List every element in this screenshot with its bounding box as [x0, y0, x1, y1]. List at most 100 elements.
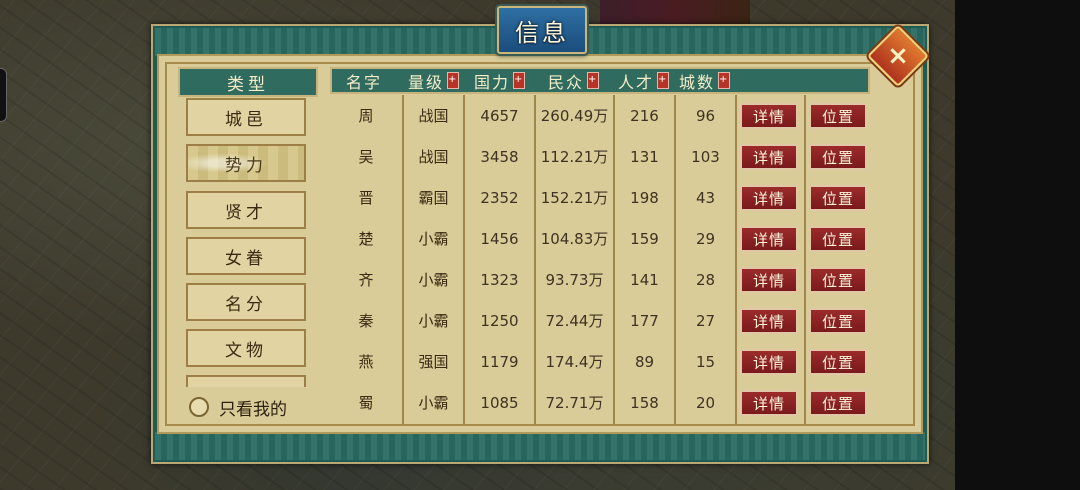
cell-rank: 小霸: [418, 312, 449, 330]
cell-population: 72.44万: [545, 312, 604, 330]
cell-rank: 强国: [418, 353, 449, 371]
sort-rank-icon[interactable]: +: [447, 72, 460, 89]
position-button[interactable]: 位置: [809, 267, 867, 293]
sort-power-icon[interactable]: +: [513, 72, 526, 89]
only-mine-radio[interactable]: [189, 397, 209, 417]
cell-power: 1323: [480, 270, 519, 289]
category-item-women[interactable]: 女眷: [186, 237, 306, 275]
cell-cities: 96: [695, 106, 716, 125]
header-talent[interactable]: 人才 +: [618, 69, 670, 92]
cell-talent: 131: [630, 147, 659, 166]
cell-name: 齐: [358, 271, 374, 289]
header-power[interactable]: 国力 +: [474, 69, 526, 92]
header-cities[interactable]: 城数 +: [679, 69, 731, 92]
only-mine-label: 只看我的: [219, 399, 287, 420]
detail-button[interactable]: 详情: [740, 226, 798, 252]
cell-rank: 小霸: [418, 271, 449, 289]
header-name: 名字: [346, 72, 383, 92]
cell-name: 周: [358, 107, 374, 125]
cell-power: 1085: [480, 393, 519, 412]
category-list[interactable]: 城邑 势力 贤才 女眷 名分 文物: [175, 95, 315, 387]
cell-name: 楚: [358, 230, 374, 248]
faction-table: 周战国 4657 260.49万 216 96 详情 位置吴战国 3458 112.21万 131…: [330, 95, 870, 425]
cell-power: 1456: [480, 229, 519, 248]
detail-button[interactable]: 详情: [740, 349, 798, 375]
cell-talent: 159: [630, 229, 659, 248]
header-rank[interactable]: 量级 +: [408, 69, 460, 92]
detail-button[interactable]: 详情: [740, 185, 798, 211]
position-button[interactable]: 位置: [809, 226, 867, 252]
screen-side-bar: [955, 0, 1080, 490]
cell-power: 2352: [480, 188, 519, 207]
category-item-title[interactable]: 名分: [186, 283, 306, 321]
cell-name: 秦: [358, 312, 374, 330]
position-button[interactable]: 位置: [809, 308, 867, 334]
cell-cities: 15: [695, 352, 716, 371]
cell-population: 72.71万: [545, 394, 604, 412]
cell-rank: 小霸: [418, 230, 449, 248]
cell-name: 蜀: [358, 394, 374, 412]
cell-talent: 89: [634, 352, 655, 371]
cell-population: 174.4万: [545, 353, 604, 371]
cell-cities: 29: [695, 229, 716, 248]
position-button[interactable]: 位置: [809, 103, 867, 129]
cell-cities: 20: [695, 393, 716, 412]
cell-rank: 战国: [418, 148, 449, 166]
screen-edge-handle: [0, 68, 7, 122]
category-item-talent[interactable]: 贤才: [186, 191, 306, 229]
cell-cities: 43: [695, 188, 716, 207]
category-item-city[interactable]: 城邑: [186, 98, 306, 136]
cell-rank: 霸国: [418, 189, 449, 207]
sort-cities-icon[interactable]: +: [718, 72, 731, 89]
category-item-more[interactable]: [186, 375, 306, 387]
cell-population: 112.21万: [540, 148, 609, 166]
close-icon[interactable]: ×: [878, 36, 918, 76]
cell-rank: 小霸: [418, 394, 449, 412]
position-button[interactable]: 位置: [809, 349, 867, 375]
cell-cities: 28: [695, 270, 716, 289]
position-button[interactable]: 位置: [809, 185, 867, 211]
table-row: 齐 小霸 1323 93.73万 141 28 详情 位置: [330, 259, 870, 300]
detail-button[interactable]: 详情: [740, 144, 798, 170]
cell-talent: 198: [630, 188, 659, 207]
table-row: 晋 霸国 2352 152.21万 198 43 详情 位置: [330, 177, 870, 218]
table-header: 名字 量级 + 国力 + 民众 + 人才 + 城数 +: [330, 67, 870, 94]
cell-name: 吴: [358, 148, 374, 166]
sort-population-icon[interactable]: +: [587, 72, 600, 89]
table-row: 燕 强国 1179 174.4万 89 15 详情 位置: [330, 341, 870, 382]
detail-button[interactable]: 详情: [740, 390, 798, 416]
position-button[interactable]: 位置: [809, 144, 867, 170]
cell-population: 104.83万: [540, 230, 609, 248]
cell-name: 晋: [358, 189, 374, 207]
cell-power: 1250: [480, 311, 519, 330]
cell-cities: 103: [691, 147, 720, 166]
table-row: 楚 小霸 1456 104.83万 159 29 详情 位置: [330, 218, 870, 259]
dialog-title: 信息: [497, 6, 587, 54]
cell-power: 1179: [480, 352, 519, 371]
cell-population: 93.73万: [545, 271, 604, 289]
table-row: 秦 小霸 1250 72.44万 177 27 详情 位置: [330, 300, 870, 341]
header-population[interactable]: 民众 +: [548, 69, 600, 92]
dialog-frame-bottom: [155, 432, 925, 460]
detail-button[interactable]: 详情: [740, 308, 798, 334]
cell-power: 3458: [480, 147, 519, 166]
cell-power: 4657: [480, 106, 519, 125]
cell-talent: 158: [630, 393, 659, 412]
table-row: 吴 战国 3458 112.21万 131 103 详情 位置: [330, 136, 870, 177]
category-item-relic[interactable]: 文物: [186, 329, 306, 367]
cell-talent: 141: [630, 270, 659, 289]
cell-talent: 177: [630, 311, 659, 330]
position-button[interactable]: 位置: [809, 390, 867, 416]
category-header: 类型: [178, 67, 318, 97]
cell-rank: 战国: [418, 107, 449, 125]
cell-cities: 27: [695, 311, 716, 330]
detail-button[interactable]: 详情: [740, 267, 798, 293]
cell-talent: 216: [630, 106, 659, 125]
cell-name: 燕: [358, 353, 374, 371]
only-mine-toggle[interactable]: 只看我的: [175, 389, 315, 425]
cell-population: 260.49万: [540, 107, 609, 125]
sort-talent-icon[interactable]: +: [657, 72, 670, 89]
category-item-faction[interactable]: 势力: [186, 144, 306, 182]
table-row: 蜀 小霸 1085 72.71万 158 20 详情 位置: [330, 382, 870, 423]
detail-button[interactable]: 详情: [740, 103, 798, 129]
